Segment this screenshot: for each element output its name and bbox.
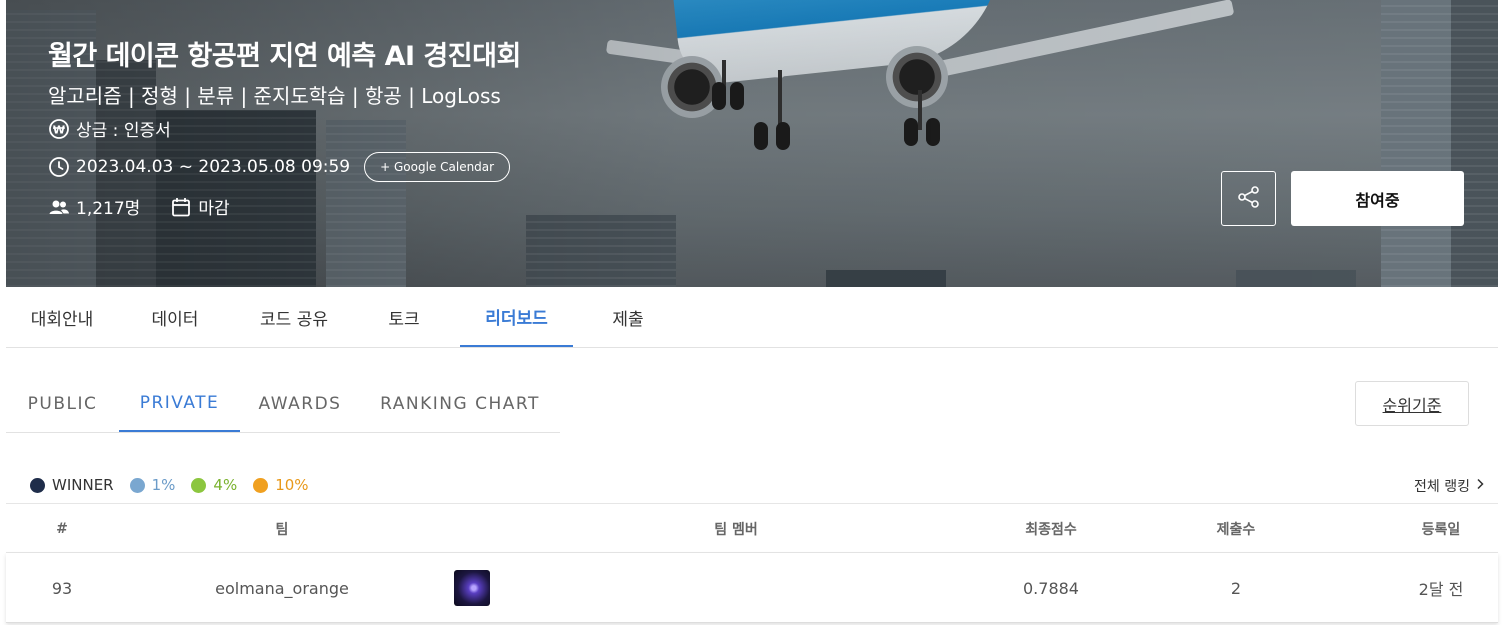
participants-count: 1,217명 bbox=[76, 199, 141, 219]
legend-4-percent: 4% bbox=[191, 476, 237, 494]
header-registered: 등록일 bbox=[1421, 521, 1461, 538]
legend-dot bbox=[191, 477, 207, 493]
period-text: 2023.04.03 ~ 2023.05.08 09:59 bbox=[76, 157, 351, 177]
header-score: 최종점수 bbox=[1025, 521, 1077, 538]
prize-row: ₩ 상금 : 인증서 bbox=[48, 116, 171, 141]
row-submissions: 2 bbox=[1230, 578, 1242, 598]
tab-leaderboard[interactable]: 리더보드 bbox=[460, 287, 573, 347]
tab-private[interactable]: PRIVATE bbox=[119, 375, 240, 432]
legend-10-percent: 10% bbox=[253, 476, 309, 494]
chevron-right-icon bbox=[1476, 478, 1484, 494]
ranking-criteria-button[interactable]: 순위기준 bbox=[1355, 381, 1469, 426]
leaderboard-sub-tab-bar: PUBLIC PRIVATE AWARDS RANKING CHART bbox=[6, 375, 560, 433]
header-team: 팀 bbox=[275, 521, 289, 538]
meta-row: 1,217명 마감 bbox=[48, 194, 230, 219]
share-button[interactable] bbox=[1221, 171, 1276, 226]
calendar-icon bbox=[170, 196, 192, 218]
main-tab-bar: 대회안내 데이터 코드 공유 토크 리더보드 제출 bbox=[6, 287, 1498, 348]
tab-public[interactable]: PUBLIC bbox=[6, 375, 119, 432]
competition-tags: 알고리즘 | 정형 | 분류 | 준지도학습 | 항공 | LogLoss bbox=[48, 84, 501, 108]
prize-text: 상금 : 인증서 bbox=[76, 121, 171, 141]
row-rank: 93 bbox=[51, 578, 73, 598]
tab-competition-info[interactable]: 대회안내 bbox=[14, 287, 110, 347]
clock-icon bbox=[48, 156, 70, 178]
hero-banner: 월간 데이콘 항공편 지연 예측 AI 경진대회 알고리즘 | 정형 | 분류 … bbox=[6, 0, 1498, 287]
member-avatar[interactable] bbox=[454, 570, 490, 606]
row-registered: 2달 전 bbox=[1418, 580, 1464, 599]
tab-awards[interactable]: AWARDS bbox=[240, 375, 360, 432]
svg-text:₩: ₩ bbox=[53, 123, 65, 136]
legend-dot bbox=[30, 477, 45, 493]
won-coin-icon: ₩ bbox=[48, 118, 70, 140]
legend-dot bbox=[253, 477, 269, 493]
period-row: 2023.04.03 ~ 2023.05.08 09:59 + Google C… bbox=[48, 152, 511, 182]
full-ranking-link[interactable]: 전체 랭킹 bbox=[1414, 476, 1484, 496]
join-button[interactable]: 참여중 bbox=[1291, 171, 1464, 226]
header-rank: # bbox=[56, 520, 68, 537]
header-members: 팀 멤버 bbox=[714, 521, 758, 538]
tab-code-share[interactable]: 코드 공유 bbox=[240, 287, 348, 347]
people-icon bbox=[48, 196, 70, 218]
tab-submit[interactable]: 제출 bbox=[596, 287, 660, 347]
header-submissions: 제출수 bbox=[1216, 521, 1256, 538]
tab-ranking-chart[interactable]: RANKING CHART bbox=[366, 375, 554, 432]
tab-data[interactable]: 데이터 bbox=[134, 287, 216, 347]
legend-1-percent: 1% bbox=[129, 476, 175, 494]
row-score: 0.7884 bbox=[1023, 578, 1079, 598]
google-calendar-button[interactable]: + Google Calendar bbox=[364, 152, 511, 182]
legend-winner: WINNER bbox=[30, 476, 114, 494]
legend-dot bbox=[129, 477, 145, 493]
table-row[interactable]: 93 eolmana_orange 0.7884 2 2달 전 bbox=[6, 553, 1498, 623]
leaderboard-header: # 팀 팀 멤버 최종점수 제출수 등록일 bbox=[6, 503, 1498, 553]
rank-legend: WINNER 1% 4% 10% bbox=[30, 476, 325, 494]
tab-talk[interactable]: 토크 bbox=[372, 287, 436, 347]
share-icon bbox=[1236, 184, 1262, 214]
competition-status: 마감 bbox=[198, 199, 230, 219]
row-team-name[interactable]: eolmana_orange bbox=[182, 553, 382, 623]
competition-title: 월간 데이콘 항공편 지연 예측 AI 경진대회 bbox=[48, 41, 521, 72]
